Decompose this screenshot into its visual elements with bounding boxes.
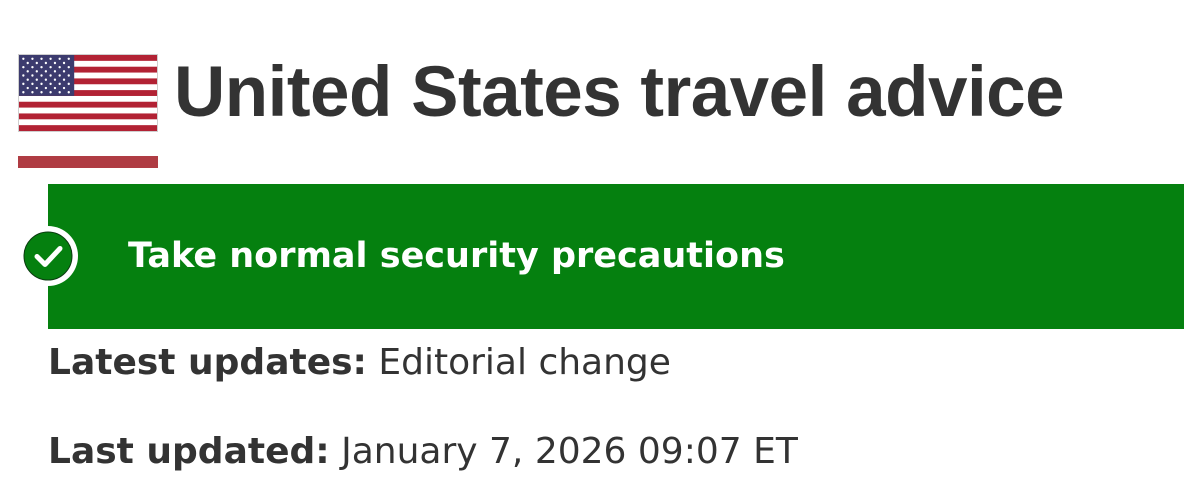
check-circle-icon [16, 224, 80, 288]
last-updated-value: January 7, 2026 09:07 ET [341, 431, 798, 472]
latest-updates-label: Latest updates: [48, 342, 367, 383]
last-updated-label: Last updated: [48, 431, 330, 472]
us-flag-icon [18, 54, 158, 132]
last-updated-line: Last updated: January 7, 2026 09:07 ET [48, 430, 798, 474]
title-underline [18, 156, 158, 168]
travel-advice-page: United States travel advice Take normal … [0, 0, 1184, 502]
advisory-level-text: Take normal security precautions [128, 236, 785, 276]
page-title: United States travel advice [174, 53, 1065, 132]
advisory-level-banner: Take normal security precautions [48, 184, 1184, 329]
latest-updates-value: Editorial change [378, 342, 671, 383]
latest-updates-line: Latest updates: Editorial change [48, 341, 671, 385]
page-header: United States travel advice [18, 48, 1065, 138]
